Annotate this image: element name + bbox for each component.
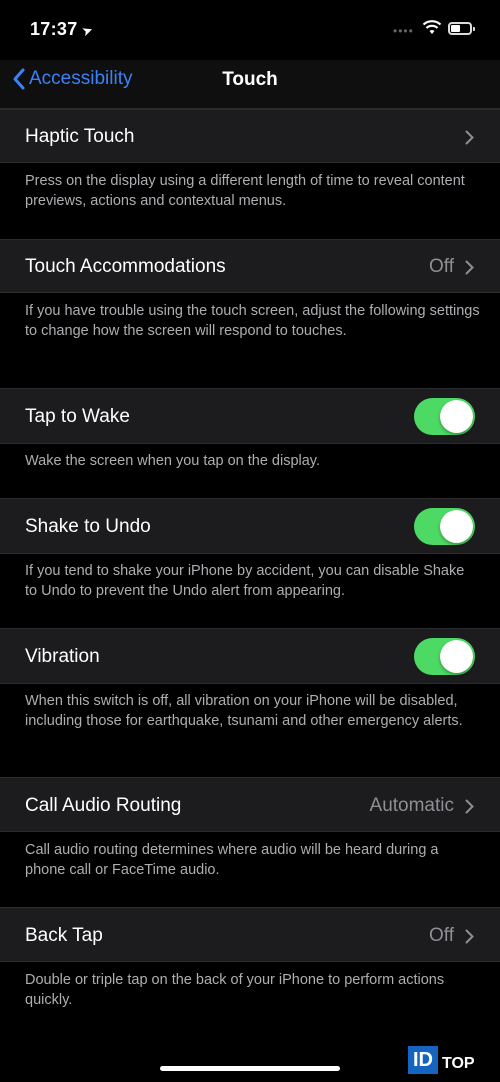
row-description: If you have trouble using the touch scre… xyxy=(25,303,480,339)
row-call-audio-routing[interactable]: Call Audio Routing Automatic xyxy=(0,777,500,832)
location-arrow-icon: ➤ xyxy=(79,21,95,40)
time-text: 17:37 xyxy=(30,19,78,39)
row-description: Press on the display using a different l… xyxy=(25,173,465,209)
row-touch-accommodations[interactable]: Touch Accommodations Off xyxy=(0,239,500,293)
row-tap-to-wake: Tap to Wake xyxy=(0,388,500,444)
chevron-right-icon xyxy=(465,799,474,814)
row-back-tap[interactable]: Back Tap Off xyxy=(0,907,500,962)
chevron-right-icon xyxy=(465,260,474,275)
home-indicator[interactable] xyxy=(160,1066,340,1071)
row-value: Off xyxy=(429,925,454,946)
wifi-icon xyxy=(422,20,442,34)
row-vibration: Vibration xyxy=(0,628,500,684)
watermark-id: ID xyxy=(408,1046,438,1074)
vibration-toggle[interactable] xyxy=(414,638,475,675)
chevron-right-icon xyxy=(465,130,474,145)
row-description: Double or triple tap on the back of your… xyxy=(25,972,445,1008)
row-label: Back Tap xyxy=(25,925,103,946)
row-value: Off xyxy=(429,256,454,277)
row-description: Wake the screen when you tap on the disp… xyxy=(25,453,321,469)
shake-to-undo-toggle[interactable] xyxy=(414,508,475,545)
watermark-logo: ID TOP xyxy=(408,1046,475,1074)
battery-icon xyxy=(448,22,475,35)
navigation-bar: Accessibility Touch xyxy=(0,60,500,109)
status-bar: 17:37 ➤ •••• xyxy=(0,0,500,60)
row-label: Tap to Wake xyxy=(25,406,130,427)
row-label: Vibration xyxy=(25,646,100,667)
tap-to-wake-toggle[interactable] xyxy=(414,398,475,435)
row-label: Shake to Undo xyxy=(25,516,151,537)
row-description: Call audio routing determines where audi… xyxy=(25,842,439,878)
row-label: Haptic Touch xyxy=(25,126,135,147)
watermark-top: TOP xyxy=(442,1055,475,1072)
row-haptic-touch[interactable]: Haptic Touch xyxy=(0,109,500,163)
row-description: If you tend to shake your iPhone by acci… xyxy=(25,563,465,599)
row-label: Touch Accommodations xyxy=(25,256,226,277)
row-shake-to-undo: Shake to Undo xyxy=(0,498,500,554)
chevron-right-icon xyxy=(465,929,474,944)
cellular-signal-icon: •••• xyxy=(393,24,414,38)
status-time: 17:37 ➤ xyxy=(30,19,95,40)
row-description: When this switch is off, all vibration o… xyxy=(25,693,463,729)
row-value: Automatic xyxy=(369,795,454,816)
row-label: Call Audio Routing xyxy=(25,795,182,816)
page-title: Touch xyxy=(222,69,278,90)
